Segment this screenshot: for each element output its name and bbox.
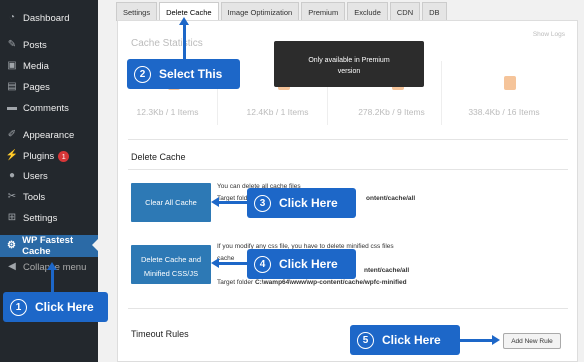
tooltip-line: version	[337, 68, 361, 75]
show-logs-link[interactable]: Show Logs	[533, 31, 565, 38]
divider	[128, 139, 568, 140]
callout-number: 2	[134, 65, 151, 83]
dashboard-icon: ◔	[8, 12, 16, 23]
callout-1: 1 Click Here	[3, 292, 108, 322]
tab-exclude[interactable]: Exclude	[347, 2, 388, 21]
button-line: Delete Cache and	[140, 255, 202, 264]
path-text: ontent/cache/all	[366, 195, 416, 202]
sidebar-item-appearance[interactable]: ✐ Appearance	[0, 125, 98, 145]
comments-icon: ▬	[7, 102, 17, 113]
sidebar-item-label: WP Fastest Cache	[22, 235, 74, 257]
sidebar-item-pages[interactable]: ▤ Pages	[0, 77, 98, 97]
sidebar-item-posts[interactable]: ✎ Posts	[0, 35, 98, 55]
clear-all-target-path: ontent/cache/all	[366, 194, 415, 204]
add-new-rule-button[interactable]: Add New Rule	[503, 333, 561, 349]
callout-number: 4	[254, 255, 271, 273]
fastest-cache-icon: ⚙	[7, 240, 17, 251]
sidebar-item-comments[interactable]: ▬ Comments	[0, 98, 98, 118]
sidebar-item-settings[interactable]: ⊞ Settings	[0, 208, 98, 228]
callout-arrowhead	[47, 262, 57, 270]
premium-only-tooltip: Only available in Premium version	[274, 41, 424, 87]
sidebar-item-label: Posts	[23, 39, 47, 51]
callout-label: Click Here	[382, 333, 441, 347]
tab-db[interactable]: DB	[422, 2, 447, 21]
collapse-icon: ◀	[8, 261, 16, 272]
path-text: ntent/cache/all	[364, 267, 410, 274]
sidebar-item-tools[interactable]: ✂ Tools	[0, 187, 98, 207]
sidebar-item-media[interactable]: ▣ Media	[0, 56, 98, 76]
callout-label: Click Here	[279, 196, 338, 210]
sidebar-item-plugins[interactable]: ⚡ Plugins 1	[0, 146, 98, 166]
divider	[128, 308, 568, 309]
callout-number: 1	[10, 298, 27, 316]
sidebar-item-wp-fastest-cache[interactable]: ⚙ WP Fastest Cache	[0, 235, 98, 257]
clear-min-target-2: Target folder C:\wamp64\www\wp-content/c…	[217, 278, 407, 288]
stat-value: 12.3Kb / 1 Items	[136, 107, 199, 117]
target-prefix: Target folder	[217, 279, 254, 286]
stat-value: 12.4Kb / 1 Items	[246, 107, 309, 117]
tooltip-line: Only available in Premium	[308, 57, 390, 64]
sidebar-item-label: Comments	[23, 102, 69, 114]
sidebar-item-label: Dashboard	[23, 12, 70, 24]
callout-arrow	[183, 24, 186, 60]
callout-number: 5	[357, 331, 374, 349]
clear-all-cache-button[interactable]: Clear All Cache	[131, 183, 211, 222]
users-icon: ●	[8, 170, 16, 181]
sidebar-item-label: Pages	[23, 81, 50, 93]
sidebar-item-dashboard[interactable]: ◔ Dashboard	[0, 8, 98, 28]
delete-cache-and-minified-button[interactable]: Delete Cache and Minified CSS/JS	[131, 245, 211, 284]
clear-min-target-path: ntent/cache/all	[364, 266, 409, 276]
tab-image-optimization[interactable]: Image Optimization	[220, 2, 300, 21]
sidebar-item-label: Appearance	[23, 129, 75, 141]
button-line: Minified CSS/JS	[143, 269, 199, 278]
callout-number: 3	[254, 194, 271, 212]
wrench-icon: ✂	[7, 191, 17, 202]
callout-3: 3 Click Here	[247, 188, 356, 218]
divider	[128, 169, 568, 170]
sidebar-item-users[interactable]: ● Users	[0, 166, 98, 186]
pin-icon: ✎	[7, 39, 17, 50]
callout-arrowhead	[211, 258, 219, 268]
plugins-update-badge: 1	[58, 150, 70, 162]
sidebar-item-label: Tools	[23, 191, 46, 203]
media-icon: ▣	[7, 60, 17, 71]
settings-icon: ⊞	[7, 212, 17, 223]
callout-label: Click Here	[279, 257, 338, 271]
callout-4: 4 Click Here	[247, 249, 356, 279]
tab-premium[interactable]: Premium	[301, 2, 346, 21]
stat-value: 278.2Kb / 9 Items	[358, 107, 425, 117]
settings-tabs: Settings Delete Cache Image Optimization…	[116, 2, 449, 21]
callout-arrowhead	[179, 17, 189, 25]
tab-settings[interactable]: Settings	[116, 2, 158, 21]
callout-arrow	[460, 339, 493, 342]
plugin-icon: ⚡	[5, 150, 19, 161]
sidebar-item-label: Plugins	[23, 150, 55, 162]
stat-card: 338.4Kb / 16 Items	[454, 61, 554, 125]
sidebar-item-label: Settings	[23, 212, 58, 224]
timeout-rules-title: Timeout Rules	[131, 329, 189, 339]
cache-folder-icon	[504, 76, 516, 90]
callout-2: 2 Select This	[127, 59, 240, 89]
callout-arrowhead	[211, 197, 219, 207]
stat-value: 338.4Kb / 16 Items	[468, 107, 540, 117]
path-text: C:\wamp64\www\wp-content/cache/wpfc-mini…	[254, 279, 407, 286]
callout-arrow	[218, 201, 248, 204]
tab-cdn[interactable]: CDN	[389, 2, 421, 21]
pages-icon: ▤	[7, 81, 17, 92]
brush-icon: ✐	[7, 129, 17, 140]
cache-statistics-title: Cache Statistics	[131, 38, 203, 49]
delete-cache-title: Delete Cache	[131, 152, 186, 162]
callout-arrow	[51, 268, 54, 292]
callout-label: Click Here	[35, 300, 94, 314]
callout-5: 5 Click Here	[350, 325, 460, 355]
sidebar-item-label: Users	[23, 170, 48, 182]
callout-arrowhead	[492, 335, 500, 345]
callout-label: Select This	[159, 67, 223, 81]
sidebar-item-label: Media	[23, 60, 49, 72]
callout-arrow	[218, 262, 248, 265]
